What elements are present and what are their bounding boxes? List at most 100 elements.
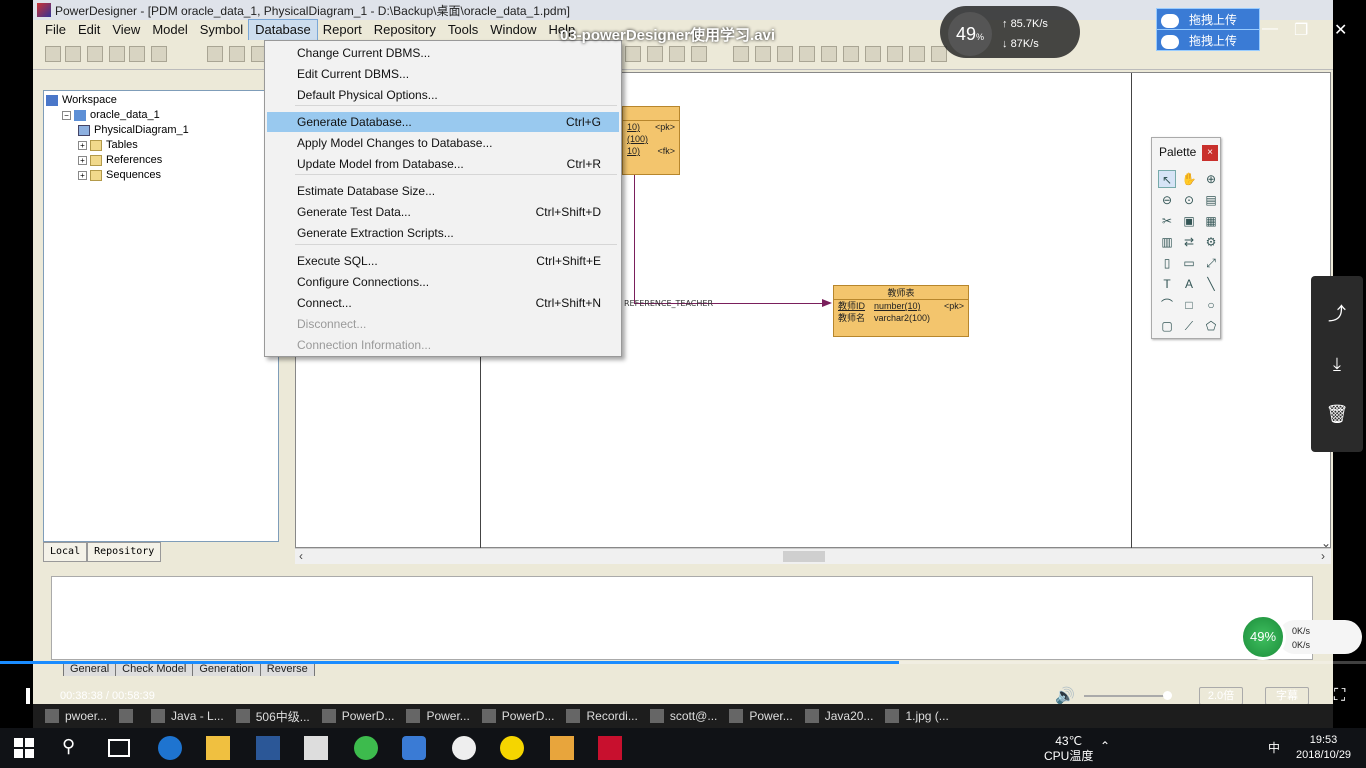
student-table-symbol[interactable]: 10) <pk> (100) 10) <fk>	[622, 106, 680, 175]
rounded-rect-icon[interactable]: ▢	[1158, 317, 1176, 335]
toolbar-button[interactable]	[109, 46, 125, 62]
speed-widget[interactable]: 0K/s 0K/s 49%	[1238, 614, 1362, 662]
line-icon[interactable]: ╲	[1202, 275, 1220, 293]
volume-icon[interactable]: 🔊	[1055, 686, 1075, 706]
package-icon[interactable]: ▣	[1180, 212, 1198, 230]
toolbar-button[interactable]	[799, 46, 815, 62]
delete-icon[interactable]: 🗑	[1325, 402, 1349, 426]
properties-icon[interactable]: ▤	[1202, 191, 1220, 209]
task-view-icon[interactable]	[108, 739, 130, 757]
file-icon[interactable]: ▯	[1158, 254, 1176, 272]
menu-repository[interactable]: Repository	[368, 20, 442, 40]
baidu-netdisk-icon[interactable]	[402, 736, 426, 760]
menu-item-estimate-database-size[interactable]: Estimate Database Size...	[267, 181, 619, 201]
toolbar-button[interactable]	[821, 46, 837, 62]
chevron-up-icon[interactable]: ⌃	[1100, 739, 1110, 753]
tree-item[interactable]: Workspace	[46, 93, 276, 108]
browser-360-icon[interactable]	[354, 736, 378, 760]
toolbar-button[interactable]	[129, 46, 145, 62]
ime-indicator[interactable]: 中	[1268, 739, 1280, 756]
tree-item[interactable]: + References	[46, 153, 276, 168]
table-icon[interactable]: ▦	[1202, 212, 1220, 230]
share-icon[interactable]: ⤴	[1325, 302, 1349, 326]
scroll-right-icon[interactable]: ›	[1321, 549, 1325, 563]
open-view-icon[interactable]: ⊙	[1180, 191, 1198, 209]
delete-icon[interactable]: ✂	[1158, 212, 1176, 230]
arc-icon[interactable]: ⌒	[1158, 296, 1176, 314]
output-tab[interactable]: Generation	[192, 662, 261, 676]
tree-item[interactable]: + Tables	[46, 138, 276, 153]
toolbar-button[interactable]	[151, 46, 167, 62]
output-tab[interactable]: Reverse	[259, 662, 315, 676]
scroll-thumb[interactable]	[783, 551, 825, 562]
windows-start-icon[interactable]	[14, 738, 34, 758]
view-icon[interactable]: ▥	[1158, 233, 1176, 251]
menu-item-execute-sql[interactable]: Execute SQL... Ctrl+Shift+E	[267, 251, 619, 271]
menu-symbol[interactable]: Symbol	[194, 20, 249, 40]
toolbar-button[interactable]	[207, 46, 223, 62]
toolbar-button[interactable]	[887, 46, 903, 62]
menu-item-edit-current-dbms[interactable]: Edit Current DBMS...	[267, 64, 619, 84]
youdao-icon[interactable]	[598, 736, 622, 760]
close-icon[interactable]: ✕	[1334, 20, 1347, 40]
tab-repository[interactable]: Repository	[87, 542, 162, 562]
menu-item-change-current-dbms[interactable]: Change Current DBMS...	[267, 43, 619, 63]
menu-window[interactable]: Window	[484, 20, 542, 40]
edge-icon[interactable]	[158, 736, 182, 760]
zoom-out-icon[interactable]: ⊖	[1158, 191, 1176, 209]
menu-view[interactable]: View	[106, 20, 146, 40]
text-icon[interactable]: A	[1180, 275, 1198, 293]
menu-edit[interactable]: Edit	[72, 20, 106, 40]
output-tab[interactable]: Check Model	[115, 662, 194, 676]
polygon-icon[interactable]: ⬠	[1202, 317, 1220, 335]
toolbar-button[interactable]	[777, 46, 793, 62]
menu-item-generate-extraction-scripts[interactable]: Generate Extraction Scripts...	[267, 223, 619, 243]
menu-item-default-physical-options[interactable]: Default Physical Options...	[267, 85, 619, 105]
output-tab[interactable]: General	[63, 662, 117, 676]
tree-item[interactable]: + Sequences	[46, 168, 276, 183]
toolbar-button[interactable]	[45, 46, 61, 62]
qq-icon[interactable]	[452, 736, 476, 760]
menu-file[interactable]: File	[39, 20, 72, 40]
toolbar-button[interactable]	[931, 46, 947, 62]
toolbar-button[interactable]	[755, 46, 771, 62]
toolbar-button[interactable]	[65, 46, 81, 62]
menu-report[interactable]: Report	[317, 20, 368, 40]
menu-item-apply-model-changes-to-database[interactable]: Apply Model Changes to Database...	[267, 133, 619, 153]
toolbar-button[interactable]	[625, 46, 641, 62]
close-icon[interactable]: ×	[1202, 145, 1218, 161]
menu-tools[interactable]: Tools	[442, 20, 484, 40]
clock[interactable]: 19:53 2018/10/29	[1296, 733, 1351, 763]
teacher-table-symbol[interactable]: 教师表 教师ID number(10) <pk> 教师名 varchar2(100)	[833, 285, 969, 337]
download-icon[interactable]: ⤓	[1325, 352, 1349, 376]
expand-icon[interactable]: +	[78, 156, 87, 165]
toolbar-button[interactable]	[909, 46, 925, 62]
tree-item[interactable]: PhysicalDiagram_1	[46, 123, 276, 138]
volume-knob[interactable]	[1163, 691, 1173, 700]
pointer-icon[interactable]: ↖	[1158, 170, 1176, 188]
toolbar-button[interactable]	[865, 46, 881, 62]
link-icon[interactable]: ⤢	[1202, 254, 1220, 272]
subtitle-button[interactable]: 字幕	[1265, 687, 1309, 705]
toolbar-button[interactable]	[733, 46, 749, 62]
scroll-left-icon[interactable]: ‹	[299, 549, 303, 563]
archive-icon[interactable]	[550, 736, 574, 760]
tab-local[interactable]: Local	[43, 542, 88, 562]
fullscreen-icon[interactable]: ⛶	[1334, 687, 1345, 705]
ellipse-icon[interactable]: ○	[1202, 296, 1220, 314]
menu-item-generate-database[interactable]: Generate Database... Ctrl+G	[267, 112, 619, 132]
app-icon[interactable]	[500, 736, 524, 760]
upload-button[interactable]: 拖拽上传	[1156, 29, 1260, 51]
restore-icon[interactable]: ❐	[1294, 20, 1308, 40]
volume-slider[interactable]	[1084, 695, 1170, 697]
menu-item-configure-connections[interactable]: Configure Connections...	[267, 272, 619, 292]
polyline-icon[interactable]: ⟋	[1180, 317, 1198, 335]
reference-icon[interactable]: ⇄	[1180, 233, 1198, 251]
toolbar-button[interactable]	[647, 46, 663, 62]
store-icon[interactable]	[304, 736, 328, 760]
toolbar-button[interactable]	[691, 46, 707, 62]
object-tree[interactable]: Workspace − oracle_data_1 PhysicalDiagram_1…	[43, 90, 279, 542]
toolbar-button[interactable]	[229, 46, 245, 62]
menu-item-generate-test-data[interactable]: Generate Test Data... Ctrl+Shift+D	[267, 202, 619, 222]
toolbar-button[interactable]	[669, 46, 685, 62]
